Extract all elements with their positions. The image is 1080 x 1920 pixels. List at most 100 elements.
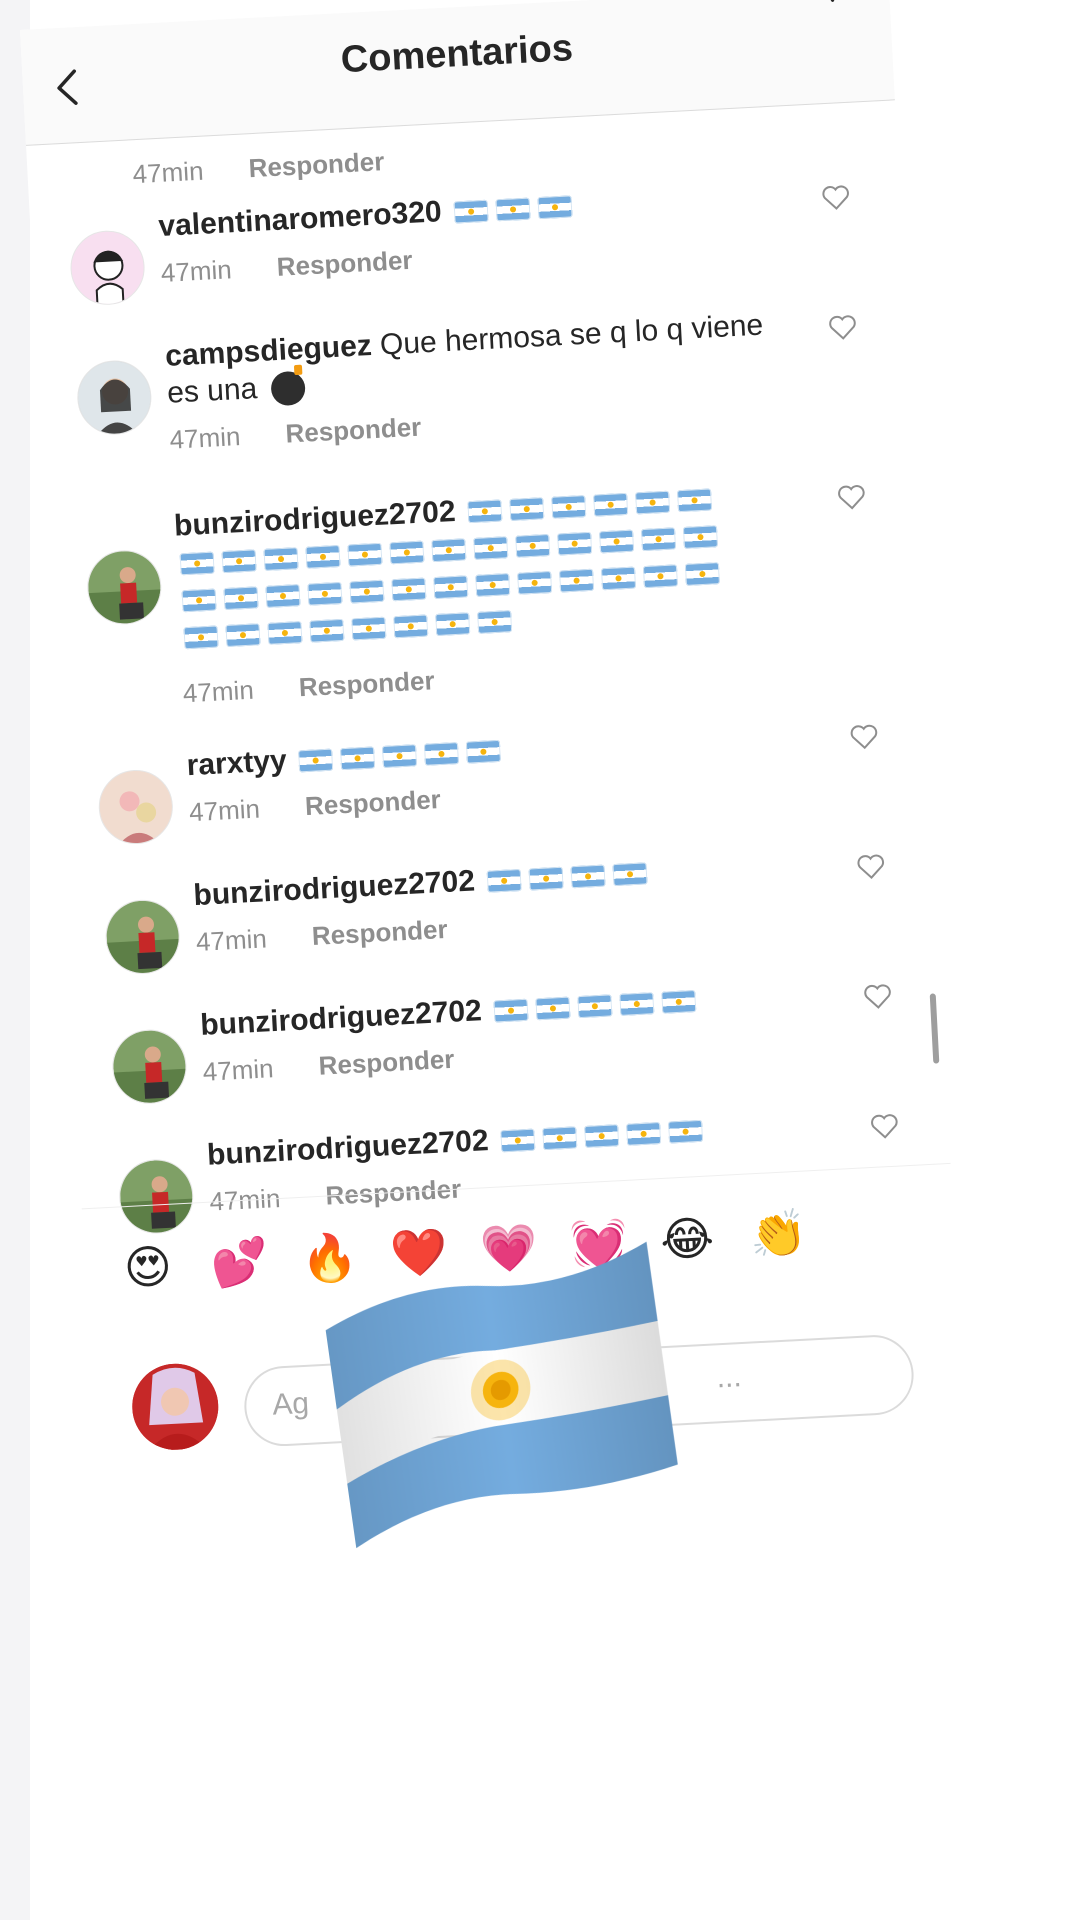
comment-username[interactable]: valentinaromero320 bbox=[158, 195, 443, 243]
like-heart-icon[interactable] bbox=[856, 853, 885, 880]
comment-body: campsdieguez Que hermosa se q lo q viene… bbox=[164, 306, 770, 458]
argentina-flag-icon bbox=[309, 618, 345, 643]
comment-time: 47min bbox=[131, 155, 205, 190]
tears-of-joy-emoji-icon[interactable]: 😂 bbox=[659, 1210, 716, 1267]
argentina-flag-icon bbox=[183, 625, 219, 650]
avatar[interactable] bbox=[68, 228, 147, 307]
heart-eyes-emoji-icon[interactable]: 😍 bbox=[120, 1239, 177, 1296]
argentina-flag-icon bbox=[179, 551, 215, 576]
comment-username[interactable]: campsdieguez bbox=[164, 329, 372, 373]
comment-body: bunzirodriguez2702 47min Responder bbox=[173, 477, 763, 712]
argentina-flag-icon bbox=[570, 864, 606, 889]
argentina-flag-icon bbox=[265, 584, 301, 608]
comment-item: bunzirodriguez2702 47min Responder bbox=[45, 469, 914, 708]
clapping-hands-emoji-icon[interactable]: 👏 bbox=[749, 1206, 809, 1263]
comment-item: campsdieguez Que hermosa se q lo q viene… bbox=[36, 299, 905, 455]
argentina-flag-icon bbox=[467, 499, 503, 524]
comment-item: bunzirodriguez2702 47min Responder bbox=[78, 1098, 947, 1236]
reply-button[interactable]: Responder bbox=[248, 146, 385, 183]
argentina-flag-icon bbox=[298, 748, 334, 773]
argentina-flag-icon bbox=[593, 492, 629, 517]
argentina-flag-icon bbox=[351, 616, 387, 641]
reply-button[interactable]: Responder bbox=[276, 245, 413, 282]
avatar[interactable] bbox=[85, 548, 164, 627]
like-heart-icon[interactable] bbox=[863, 983, 892, 1010]
comment-time: 47min bbox=[182, 674, 255, 709]
argentina-flag-icon bbox=[584, 1124, 620, 1149]
argentina-flag-icon bbox=[486, 869, 522, 893]
argentina-flag-icon bbox=[577, 994, 613, 1019]
flag-emoji-group bbox=[482, 855, 651, 897]
argentina-flag-icon bbox=[433, 575, 469, 600]
like-heart-icon[interactable] bbox=[821, 184, 850, 211]
argentina-flag-icon bbox=[223, 586, 259, 611]
page-title: Comentarios bbox=[339, 27, 574, 82]
comment-time: 47min bbox=[195, 923, 268, 958]
argentina-flag-icon bbox=[537, 195, 573, 220]
comment-body: bunzirodriguez2702 47min Responder bbox=[199, 976, 803, 1091]
avatar[interactable] bbox=[96, 768, 175, 846]
fire-emoji-icon[interactable]: 🔥 bbox=[299, 1229, 359, 1286]
comment-username[interactable]: bunzirodriguez2702 bbox=[193, 864, 476, 912]
argentina-flag-icon bbox=[305, 545, 341, 569]
comment-meta: 47min Responder bbox=[132, 146, 385, 190]
cartoon-girl-icon bbox=[93, 250, 125, 307]
comment-body: bunzirodriguez2702 47min Responder bbox=[193, 846, 797, 961]
argentina-flag-icon bbox=[221, 549, 257, 574]
send-icon[interactable] bbox=[814, 0, 850, 4]
argentina-flag-icon bbox=[635, 490, 671, 515]
argentina-flag-icon bbox=[475, 573, 511, 597]
comment-time: 47min bbox=[188, 793, 261, 828]
comment-item: rarxtyy 47min Responder bbox=[58, 708, 927, 846]
comment-username[interactable]: bunzirodriguez2702 bbox=[206, 1124, 489, 1172]
argentina-flag-icon bbox=[431, 538, 467, 563]
two-hearts-emoji-icon[interactable]: 💕 bbox=[209, 1234, 269, 1291]
flag-emoji-group bbox=[294, 733, 505, 777]
flag-emoji-group bbox=[489, 983, 700, 1027]
comment-time: 47min bbox=[168, 421, 242, 455]
comment-meta: 47min Responder bbox=[182, 645, 763, 712]
argentina-flag-icon bbox=[661, 990, 697, 1014]
argentina-flag-icon bbox=[424, 742, 460, 766]
profile-photo-icon bbox=[86, 549, 164, 627]
argentina-flag-icon bbox=[626, 1122, 662, 1146]
input-placeholder: Ag bbox=[271, 1386, 310, 1422]
profile-photo-icon bbox=[104, 898, 182, 976]
like-heart-icon[interactable] bbox=[849, 723, 878, 750]
like-heart-icon[interactable] bbox=[870, 1113, 899, 1140]
reply-button[interactable]: Responder bbox=[318, 1044, 455, 1081]
input-trailing-text: ... bbox=[715, 1360, 743, 1395]
comment-username[interactable]: rarxtyy bbox=[186, 744, 288, 782]
argentina-flag-icon bbox=[542, 1126, 578, 1151]
scrollbar[interactable] bbox=[929, 993, 940, 1064]
reply-button[interactable]: Responder bbox=[311, 914, 448, 951]
avatar[interactable] bbox=[75, 358, 154, 437]
reply-button[interactable]: Responder bbox=[298, 665, 435, 702]
argentina-flag-icon bbox=[225, 623, 261, 648]
argentina-flag-icon bbox=[517, 571, 553, 595]
argentina-flag-icon bbox=[515, 534, 551, 558]
header: Comentarios bbox=[20, 0, 895, 146]
avatar[interactable] bbox=[110, 1027, 189, 1106]
argentina-flag-icon bbox=[677, 488, 713, 513]
argentina-flag-icon bbox=[500, 1128, 536, 1153]
argentina-flag-icon bbox=[435, 612, 471, 637]
argentina-flag-icon bbox=[477, 610, 513, 634]
like-heart-icon[interactable] bbox=[837, 483, 866, 510]
argentina-flag-icon bbox=[684, 562, 720, 586]
reply-button[interactable]: Responder bbox=[285, 412, 422, 449]
avatar[interactable] bbox=[103, 897, 182, 976]
comment-username[interactable]: bunzirodriguez2702 bbox=[199, 994, 482, 1042]
comment-body: valentinaromero320 47min Responder bbox=[158, 177, 762, 292]
argentina-flag-icon bbox=[640, 527, 677, 552]
profile-photo-icon bbox=[76, 359, 154, 437]
comments-screen: Comentarios 47min Responder valentinarom… bbox=[20, 0, 985, 1858]
my-avatar[interactable] bbox=[130, 1361, 221, 1452]
reply-button[interactable]: Responder bbox=[304, 784, 441, 821]
argentina-flag-icon bbox=[642, 564, 679, 589]
like-heart-icon[interactable] bbox=[828, 314, 857, 341]
argentina-flag-icon bbox=[391, 577, 427, 602]
argentina-flag-icon bbox=[473, 536, 509, 561]
comment-meta: 47min Responder bbox=[169, 390, 770, 458]
argentina-flag-icon bbox=[559, 568, 595, 593]
